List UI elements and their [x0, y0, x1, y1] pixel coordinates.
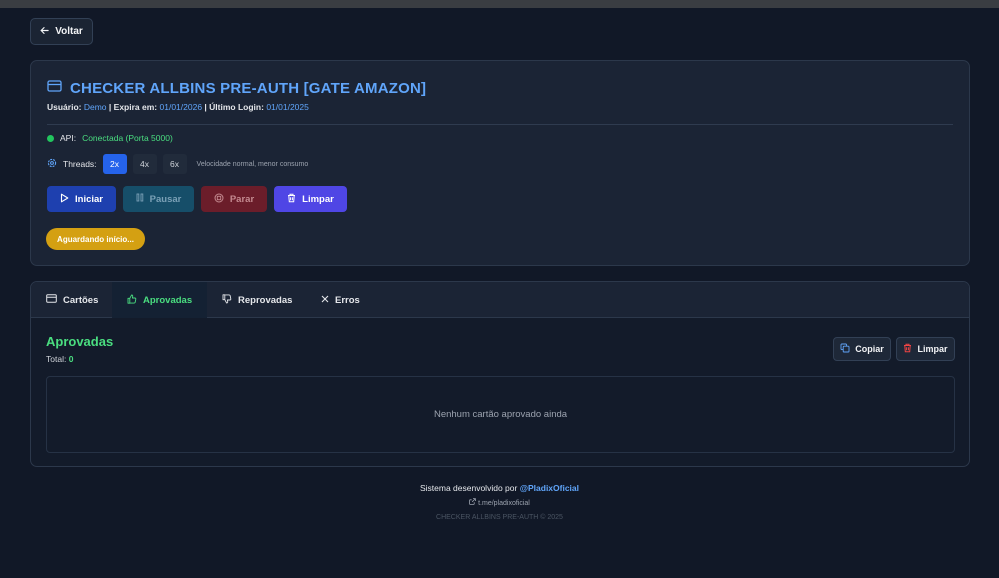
- top-bar: [0, 0, 999, 8]
- last-login-value: 01/01/2025: [266, 102, 309, 112]
- checker-card: CHECKER ALLBINS PRE-AUTH [GATE AMAZON] U…: [30, 60, 970, 266]
- threads-description: Velocidade normal, menor consumo: [196, 160, 309, 168]
- start-label: Iniciar: [75, 193, 103, 205]
- api-label: API:: [60, 133, 77, 143]
- results-panel: Cartões Aprovadas Reprovadas Erros Aprov…: [30, 281, 970, 467]
- threads-row: Threads: 2x 4x 6x Velocidade normal, men…: [47, 154, 308, 174]
- tab-label: Cartões: [63, 294, 99, 306]
- card-icon: [46, 294, 57, 306]
- tab-label: Erros: [335, 294, 360, 306]
- copy-icon: [840, 343, 850, 355]
- api-status: Conectada (Porta 5000): [82, 133, 173, 143]
- footer-credit: Sistema desenvolvido por @PladixOficial: [0, 483, 999, 493]
- close-icon: [321, 295, 329, 306]
- expires-label: | Expira em:: [108, 102, 158, 112]
- thread-option-6x[interactable]: 6x: [162, 154, 187, 174]
- tab-aprovadas[interactable]: Aprovadas: [112, 282, 207, 318]
- status-badge: Aguardando início...: [46, 228, 145, 250]
- copy-button[interactable]: Copiar: [833, 337, 891, 361]
- divider: [47, 124, 953, 125]
- back-label: Voltar: [55, 26, 83, 37]
- status-dot-icon: [47, 134, 54, 142]
- thumbs-down-icon: [222, 293, 232, 307]
- pause-button[interactable]: Pausar: [123, 186, 194, 212]
- thumbs-up-icon: [127, 294, 137, 307]
- tab-label: Reprovadas: [238, 294, 293, 306]
- stop-icon: [214, 193, 224, 206]
- clear-label: Limpar: [917, 344, 948, 354]
- stop-button[interactable]: Parar: [201, 186, 267, 212]
- tab-label: Aprovadas: [143, 294, 193, 306]
- total-value: 0: [68, 354, 74, 364]
- copy-label: Copiar: [855, 344, 884, 354]
- tab-reprovadas[interactable]: Reprovadas: [207, 282, 306, 318]
- expires-value: 01/01/2026: [159, 102, 203, 112]
- footer-handle-link[interactable]: @PladixOficial: [520, 483, 579, 493]
- last-login-label: | Último Login:: [204, 102, 264, 112]
- action-buttons: Iniciar Pausar Parar Limpar: [47, 186, 347, 212]
- total-label: Total:: [46, 354, 67, 364]
- results-tabs: Cartões Aprovadas Reprovadas Erros: [31, 282, 969, 318]
- footer-copyright: CHECKER ALLBINS PRE-AUTH © 2025: [436, 514, 563, 521]
- thread-option-2x[interactable]: 2x: [102, 154, 127, 174]
- pause-label: Pausar: [149, 193, 182, 205]
- trash-icon: [287, 193, 296, 206]
- user-label: Usuário:: [47, 102, 82, 112]
- tab-erros[interactable]: Erros: [306, 282, 373, 318]
- total-count: Total: 0: [46, 354, 73, 364]
- external-link-icon: [469, 498, 478, 507]
- api-status-row: API: Conectada (Porta 5000): [47, 133, 173, 143]
- start-button[interactable]: Iniciar: [47, 186, 116, 212]
- back-button[interactable]: Voltar: [30, 18, 93, 45]
- pause-icon: [136, 193, 144, 205]
- footer-link[interactable]: t.me/pladixoficial: [0, 498, 999, 507]
- user-meta: Usuário: Demo | Expira em: 01/01/2026 | …: [47, 102, 309, 112]
- clear-approved-button[interactable]: Limpar: [896, 337, 955, 361]
- empty-state: Nenhum cartão aprovado ainda: [46, 376, 955, 453]
- arrow-left-icon: [40, 26, 49, 38]
- clear-label: Limpar: [302, 193, 334, 205]
- threads-label: Threads:: [63, 159, 97, 169]
- user-value: Demo: [83, 102, 107, 112]
- footer-link-text: t.me/pladixoficial: [478, 500, 530, 507]
- gear-icon: [47, 158, 57, 170]
- play-icon: [60, 193, 69, 206]
- section-title: Aprovadas: [46, 334, 114, 349]
- trash-icon: [903, 343, 912, 355]
- page-title: CHECKER ALLBINS PRE-AUTH [GATE AMAZON]: [70, 79, 427, 97]
- clear-all-button[interactable]: Limpar: [274, 186, 347, 212]
- thread-option-4x[interactable]: 4x: [132, 154, 157, 174]
- card-icon: [47, 79, 62, 97]
- footer-dev-text: Sistema desenvolvido por: [419, 483, 518, 493]
- stop-label: Parar: [229, 193, 255, 205]
- tab-cartoes[interactable]: Cartões: [31, 282, 112, 318]
